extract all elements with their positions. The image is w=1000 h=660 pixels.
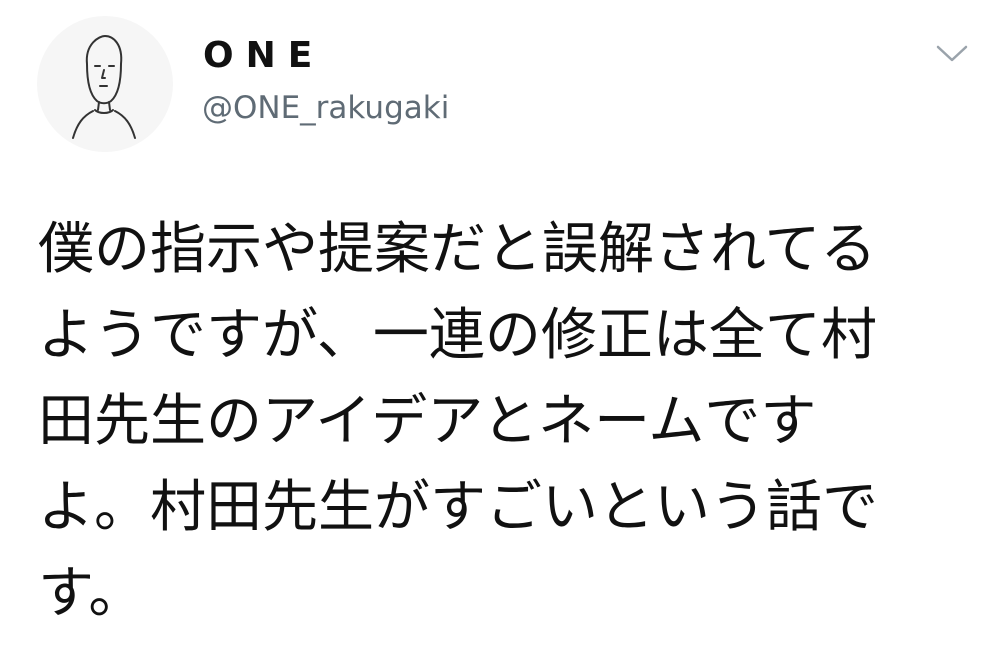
tweet-text-line: 僕の指示や提案だと誤解されてる xyxy=(38,217,877,282)
user-handle[interactable]: @ONE_rakugaki xyxy=(202,88,449,128)
avatar[interactable] xyxy=(37,16,173,152)
tweet-text-line: す。 xyxy=(38,561,145,626)
tweet-text-line: ようですが、一連の修正は全て村 xyxy=(38,303,877,368)
tweet-text: 僕の指示や提案だと誤解されてる ようですが、一連の修正は全て村 田先生のアイデア… xyxy=(38,207,968,637)
display-name[interactable]: ONE xyxy=(203,36,324,76)
chevron-down-icon[interactable] xyxy=(930,38,974,68)
tweet-card: ONE @ONE_rakugaki 僕の指示や提案だと誤解されてる ようですが、… xyxy=(0,0,1000,660)
bald-man-doodle-icon xyxy=(72,35,136,139)
tweet-text-line: よ。村田先生がすごいという話で xyxy=(38,475,878,540)
tweet-text-line: 田先生のアイデアとネームです xyxy=(38,389,817,454)
